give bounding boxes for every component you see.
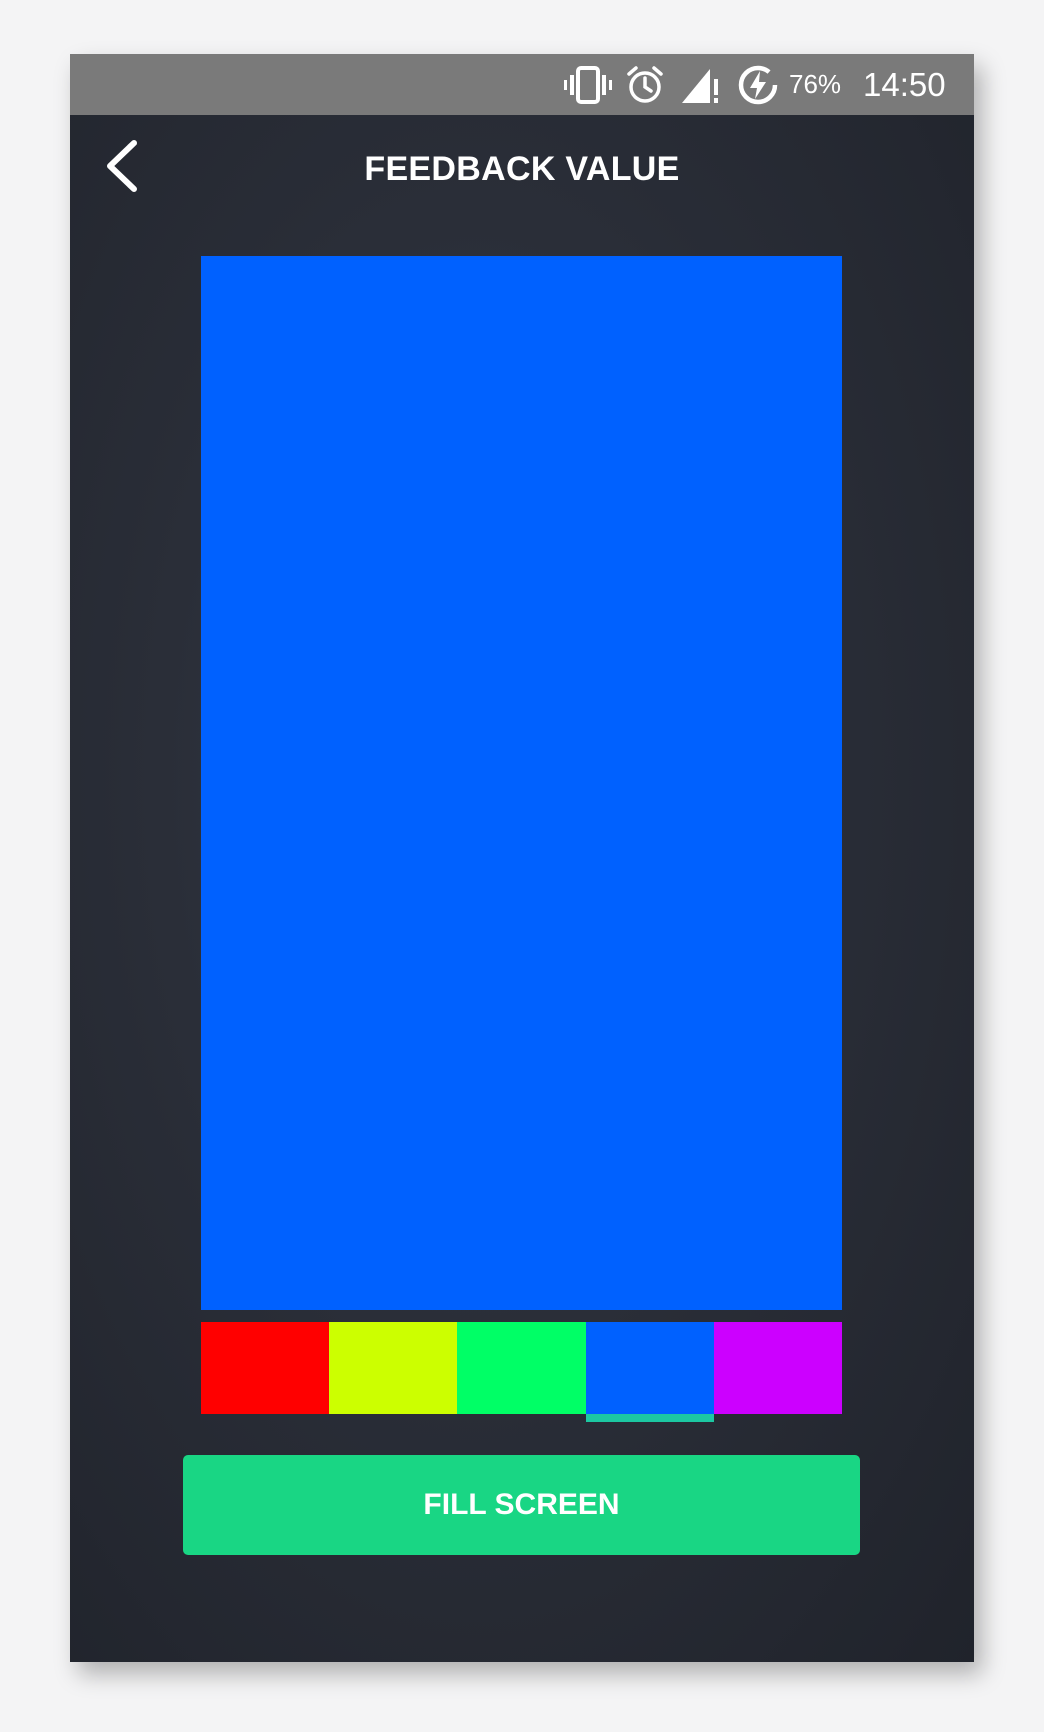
battery-percent: 76% [789, 69, 842, 99]
color-preview [201, 256, 842, 1310]
selected-swatch-indicator [585, 1414, 714, 1422]
swatch-blue[interactable] [585, 1322, 714, 1422]
alarm-icon [625, 65, 665, 109]
page-title: FEEDBACK VALUE [364, 150, 680, 188]
vibrate-icon [564, 66, 612, 108]
swatch-yellow[interactable] [329, 1322, 458, 1414]
battery-saver-icon [736, 63, 780, 111]
signal-icon [680, 65, 720, 109]
status-bar: 76% 14:50 [70, 54, 974, 115]
swatch-green[interactable] [457, 1322, 586, 1414]
app-screen: 76% 14:50 FEEDBACK VALUE FILL SCREEN [70, 54, 974, 1662]
swatch-purple[interactable] [713, 1322, 843, 1414]
color-swatch-row [201, 1322, 843, 1422]
swatch-red[interactable] [201, 1322, 330, 1414]
status-time: 14:50 [863, 66, 946, 103]
fill-screen-button[interactable]: FILL SCREEN [183, 1455, 860, 1555]
